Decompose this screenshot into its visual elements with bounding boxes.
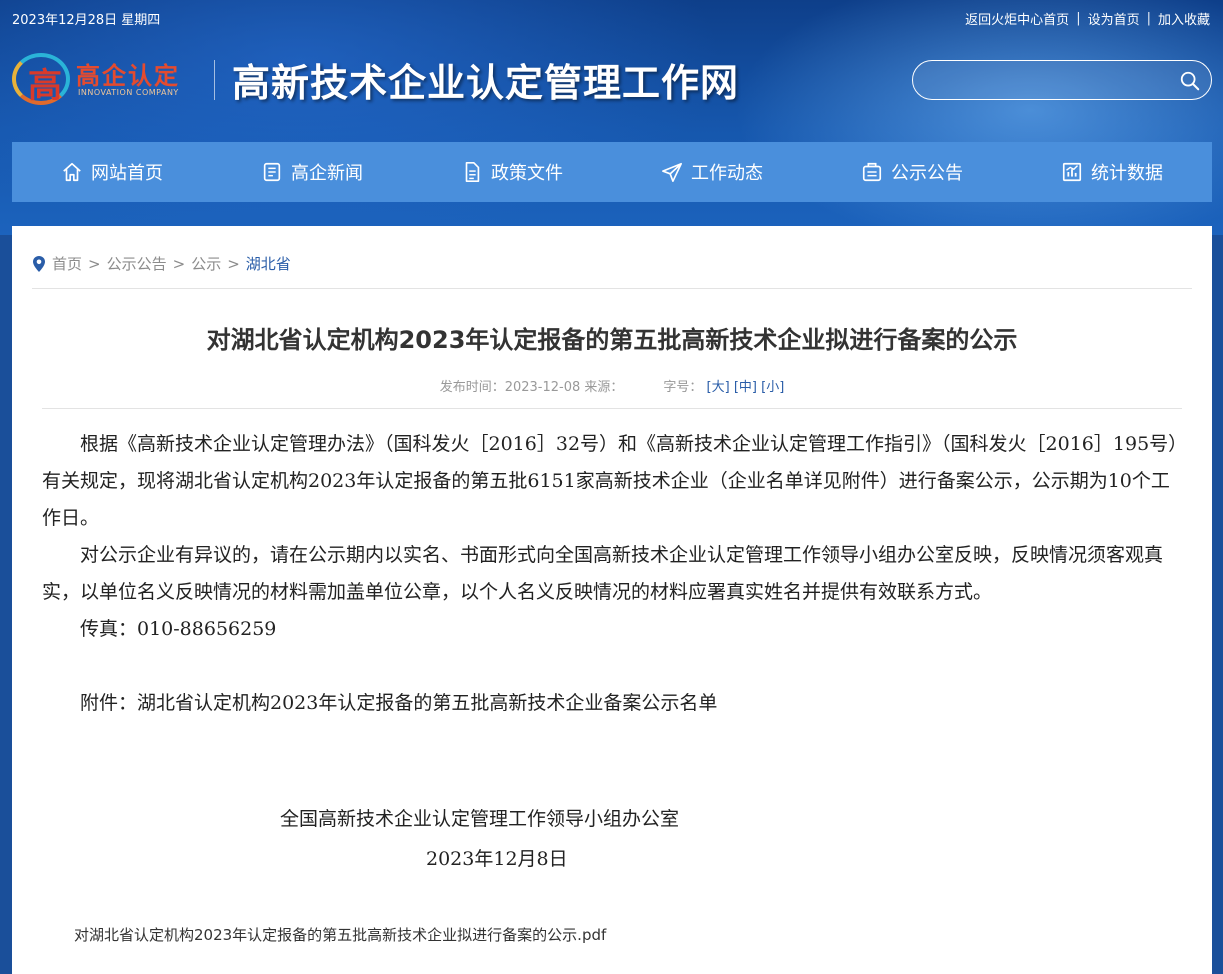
home-icon bbox=[63, 162, 81, 182]
site-title: 高新技术企业认定管理工作网 bbox=[232, 60, 740, 105]
separator: | bbox=[1076, 11, 1081, 26]
logo-glyph: 高 bbox=[28, 66, 62, 106]
current-date: 2023年12月28日 星期四 bbox=[12, 13, 161, 28]
publish-info: 发布时间：2023-12-08 来源： bbox=[439, 380, 624, 395]
breadcrumb: 首页 > 公示公告 > 公示 > 湖北省 bbox=[32, 253, 291, 274]
nav-statistics[interactable]: 统计数据 bbox=[1012, 142, 1212, 202]
location-pin-icon bbox=[33, 255, 45, 272]
signature: 全国高新技术企业认定管理工作领导小组办公室 bbox=[280, 808, 680, 830]
nav-work[interactable]: 工作动态 bbox=[612, 142, 812, 202]
set-homepage-link[interactable]: 设为首页 bbox=[1088, 9, 1140, 28]
font-size-label: 字号： bbox=[663, 380, 703, 395]
separator: | bbox=[1146, 11, 1151, 26]
attachment-link[interactable]: 对湖北省认定机构2023年认定报备的第五批高新技术企业拟进行备案的公示.pdf bbox=[74, 924, 606, 945]
font-size-small[interactable]: [小] bbox=[761, 380, 784, 395]
news-icon bbox=[263, 162, 281, 182]
document-icon bbox=[465, 162, 480, 182]
breadcrumb-notices[interactable]: 公示公告 bbox=[107, 253, 167, 274]
paragraph: 对公示企业有异议的，请在公示期内以实名、书面形式向全国高新技术企业认定管理工作领… bbox=[42, 544, 1164, 603]
send-icon bbox=[662, 162, 682, 182]
breadcrumb-separator: > bbox=[172, 254, 186, 273]
content-panel: 首页 > 公示公告 > 公示 > 湖北省 对湖北省认定机构2023年认定报备的第… bbox=[12, 226, 1212, 974]
nav-notice[interactable]: 公示公告 bbox=[812, 142, 1012, 202]
nav-label: 政策文件 bbox=[491, 163, 563, 184]
nav-label: 网站首页 bbox=[91, 163, 163, 184]
main-nav: 网站首页 高企新闻 政策文件 工作动态 公示公告 统计数据 bbox=[12, 142, 1212, 202]
nav-policy[interactable]: 政策文件 bbox=[412, 142, 612, 202]
chart-icon bbox=[1062, 162, 1082, 182]
nav-label: 高企新闻 bbox=[291, 163, 363, 184]
signature-date: 2023年12月8日 bbox=[426, 848, 568, 870]
back-to-torch-home-link[interactable]: 返回火炬中心首页 bbox=[965, 9, 1069, 28]
nav-label: 统计数据 bbox=[1091, 163, 1163, 184]
divider bbox=[42, 408, 1182, 409]
logo-divider bbox=[214, 60, 215, 100]
breadcrumb-home[interactable]: 首页 bbox=[52, 253, 82, 274]
breadcrumb-separator: > bbox=[227, 254, 240, 273]
article-meta: 发布时间：2023-12-08 来源： 字号： [大] [中] [小] bbox=[12, 376, 1212, 395]
divider bbox=[32, 288, 1192, 289]
top-bar: 2023年12月28日 星期四 返回火炬中心首页 | 设为首页 | 加入收藏 bbox=[0, 0, 1223, 34]
font-size-medium[interactable]: [中] bbox=[734, 380, 757, 395]
search-icon[interactable] bbox=[1179, 70, 1201, 92]
add-favorite-link[interactable]: 加入收藏 bbox=[1158, 9, 1210, 28]
breadcrumb-current[interactable]: 湖北省 bbox=[246, 253, 291, 274]
site-logo[interactable]: 高 高企认定 INNOVATION COMPANY bbox=[12, 50, 212, 108]
search-box bbox=[912, 60, 1212, 100]
attachment-note: 附件：湖北省认定机构2023年认定报备的第五批高新技术企业备案公示名单 bbox=[80, 692, 718, 714]
article-title: 对湖北省认定机构2023年认定报备的第五批高新技术企业拟进行备案的公示 bbox=[206, 326, 1018, 354]
font-size-large[interactable]: [大] bbox=[707, 380, 730, 395]
logo-text: 高企认定 bbox=[76, 62, 180, 90]
notice-icon bbox=[862, 162, 882, 182]
nav-label: 公示公告 bbox=[891, 163, 963, 184]
breadcrumb-public[interactable]: 公示 bbox=[191, 253, 221, 274]
nav-home[interactable]: 网站首页 bbox=[12, 142, 212, 202]
nav-news[interactable]: 高企新闻 bbox=[212, 142, 412, 202]
breadcrumb-separator: > bbox=[88, 254, 101, 273]
header-banner: 2023年12月28日 星期四 返回火炬中心首页 | 设为首页 | 加入收藏 高… bbox=[0, 0, 1223, 235]
paragraph: 根据《高新技术企业认定管理办法》（国科发火［2016］32号）和《高新技术企业认… bbox=[42, 433, 1178, 529]
fax-line: 传真：010-88656259 bbox=[80, 618, 277, 640]
nav-label: 工作动态 bbox=[691, 163, 763, 184]
logo-subtitle: INNOVATION COMPANY bbox=[78, 88, 179, 97]
article-body: 根据《高新技术企业认定管理办法》（国科发火［2016］32号）和《高新技术企业认… bbox=[42, 426, 1182, 722]
search-input[interactable] bbox=[929, 69, 1173, 93]
top-links: 返回火炬中心首页 | 设为首页 | 加入收藏 bbox=[965, 9, 1210, 28]
